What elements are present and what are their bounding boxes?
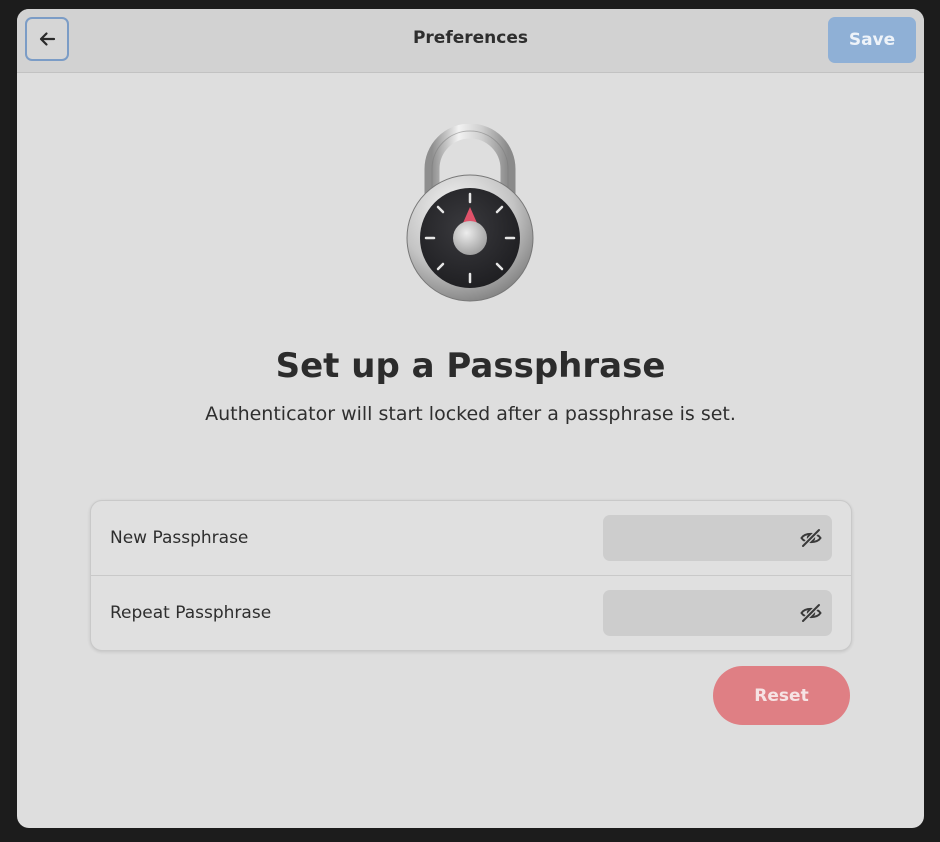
repeat-passphrase-input[interactable] xyxy=(603,590,797,638)
new-passphrase-label: New Passphrase xyxy=(110,528,249,548)
page-subtitle: Authenticator will start locked after a … xyxy=(205,403,736,425)
repeat-passphrase-entry[interactable] xyxy=(603,590,832,638)
reset-button[interactable]: Reset xyxy=(713,666,850,725)
padlock-icon xyxy=(406,124,534,302)
passphrase-list: New Passphrase Repeat Passphrase xyxy=(90,500,852,651)
repeat-passphrase-row: Repeat Passphrase xyxy=(91,576,851,650)
new-passphrase-input[interactable] xyxy=(603,515,797,563)
eye-hidden-icon[interactable] xyxy=(799,526,823,550)
repeat-passphrase-label: Repeat Passphrase xyxy=(110,603,272,623)
new-passphrase-entry[interactable] xyxy=(603,515,832,563)
eye-hidden-icon[interactable] xyxy=(799,601,823,625)
save-button[interactable]: Save xyxy=(828,17,916,63)
window-title: Preferences xyxy=(412,28,529,48)
header-bar: Preferences Save xyxy=(17,9,924,73)
new-passphrase-row: New Passphrase xyxy=(91,501,851,576)
page-heading: Set up a Passphrase xyxy=(275,346,666,386)
preferences-window: Preferences Save Set up a Passphrase Aut… xyxy=(17,9,924,828)
